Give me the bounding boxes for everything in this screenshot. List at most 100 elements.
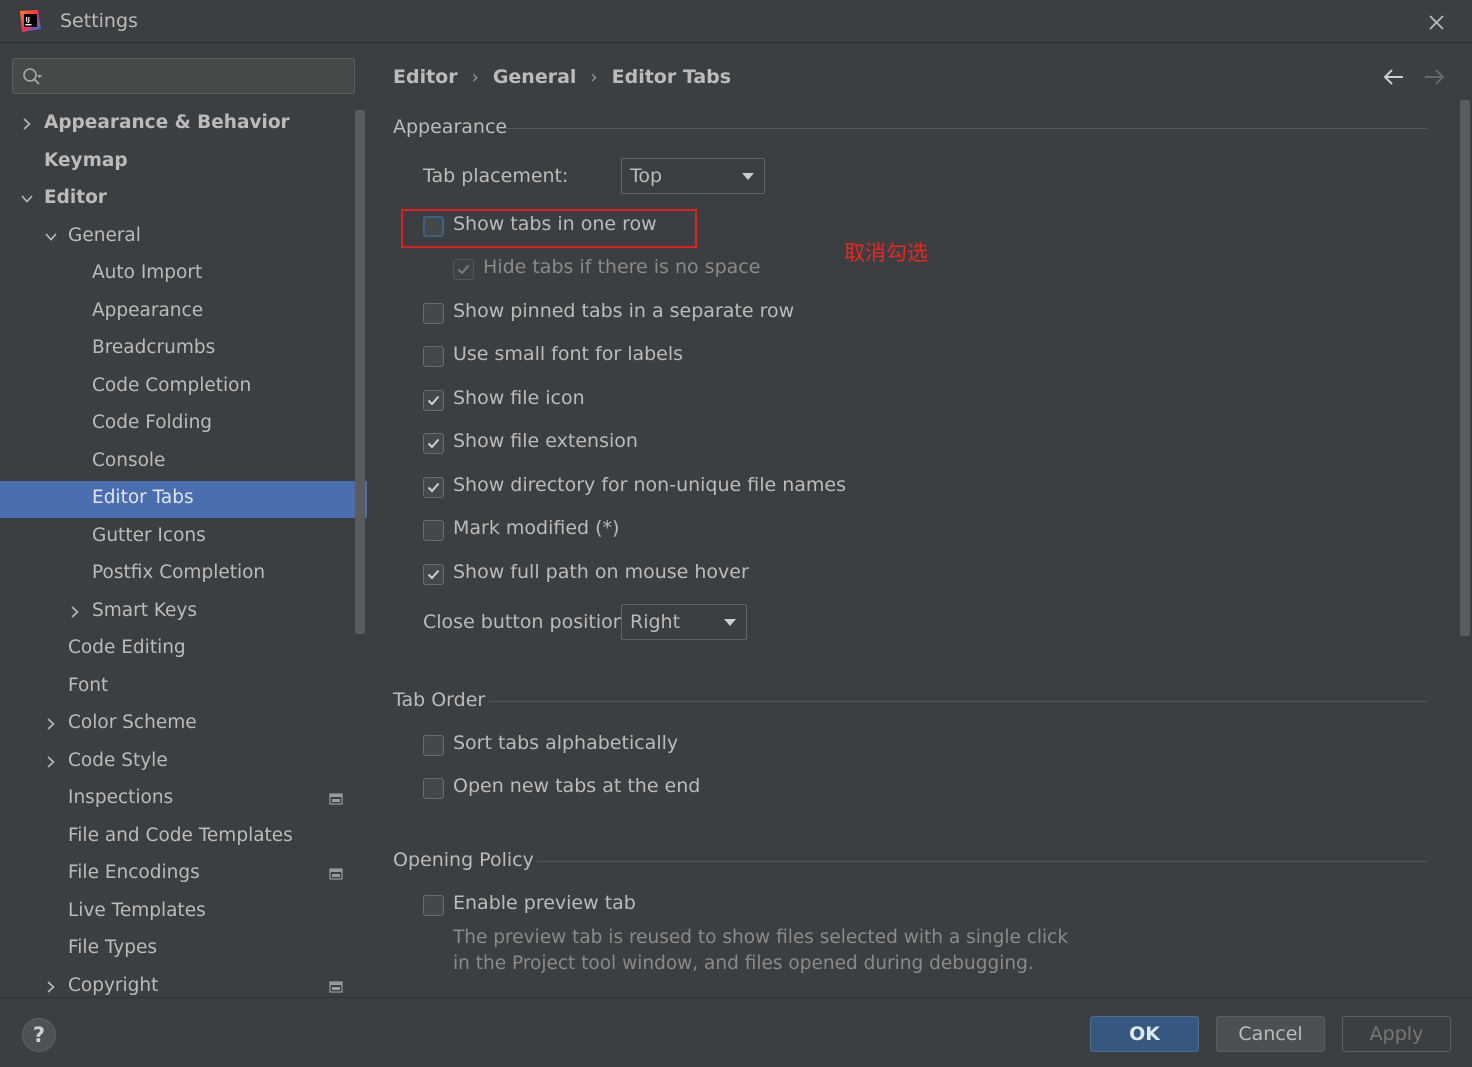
sidebar-item-editor[interactable]: Editor <box>0 181 367 218</box>
open-new-tabs-at-the-end-label: Open new tabs at the end <box>453 775 701 797</box>
enable-preview-tab-checkbox[interactable] <box>423 895 444 916</box>
sidebar-item-label: File Types <box>68 937 157 958</box>
tab-placement-dropdown[interactable]: Top <box>621 158 765 194</box>
sidebar-item-code-style[interactable]: Code Style <box>0 744 367 781</box>
project-level-icon <box>329 868 343 880</box>
sidebar-item-file-encodings[interactable]: File Encodings <box>0 856 367 893</box>
sidebar-item-label: Code Completion <box>92 374 252 396</box>
sidebar-item-code-folding[interactable]: Code Folding <box>0 406 367 443</box>
search-icon <box>23 68 42 85</box>
sidebar-item-font[interactable]: Font <box>0 669 367 706</box>
sidebar-item-label: Breadcrumbs <box>92 337 216 358</box>
mark-modified-checkbox[interactable] <box>423 520 444 541</box>
sidebar-item-label: Copyright <box>68 974 159 996</box>
preview-tab-description-line1: The preview tab is reused to show files … <box>453 927 1069 948</box>
cancel-button[interactable]: Cancel <box>1216 1016 1325 1052</box>
sidebar-item-color-scheme[interactable]: Color Scheme <box>0 706 367 743</box>
svg-text:IJ: IJ <box>26 17 30 24</box>
chevron-right-icon[interactable] <box>44 755 58 769</box>
forward-arrow-icon[interactable] <box>1421 66 1447 88</box>
window-title: Settings <box>60 10 138 32</box>
sidebar-item-copyright[interactable]: Copyright <box>0 969 367 998</box>
sidebar-item-label: Live Templates <box>68 899 206 921</box>
chevron-down-icon <box>742 173 754 180</box>
show-pinned-tabs-in-a-separate-row-checkbox[interactable] <box>423 303 444 324</box>
search-box[interactable] <box>12 58 355 94</box>
sidebar-item-file-and-code-templates[interactable]: File and Code Templates <box>0 819 367 856</box>
back-arrow-icon[interactable] <box>1381 66 1407 88</box>
show-directory-for-non-unique-file-names-checkbox[interactable] <box>423 477 444 498</box>
search-input[interactable] <box>47 63 347 89</box>
use-small-font-for-labels-checkbox-row[interactable]: Use small font for labels <box>423 343 923 371</box>
sidebar-item-label: Editor <box>44 187 107 208</box>
section-divider <box>537 861 1427 862</box>
show-directory-for-non-unique-file-names-checkbox-row[interactable]: Show directory for non-unique file names <box>423 474 923 502</box>
section-divider <box>489 701 1427 702</box>
breadcrumb-item-general[interactable]: General <box>493 66 577 88</box>
close-button-position-label: Close button position: <box>423 611 632 633</box>
sidebar-item-breadcrumbs[interactable]: Breadcrumbs <box>0 331 367 368</box>
main-scrollbar[interactable] <box>1460 100 1470 636</box>
project-level-icon <box>329 793 343 805</box>
show-file-icon-checkbox-row[interactable]: Show file icon <box>423 387 923 415</box>
sidebar-item-smart-keys[interactable]: Smart Keys <box>0 594 367 631</box>
dialog-footer: ? OK Cancel Apply <box>0 997 1472 1067</box>
chevron-right-icon[interactable] <box>44 980 58 994</box>
sidebar-item-label: Gutter Icons <box>92 524 206 546</box>
breadcrumb-item-editor[interactable]: Editor <box>393 66 458 88</box>
open-new-tabs-at-the-end-checkbox[interactable] <box>423 778 444 799</box>
sidebar-item-live-templates[interactable]: Live Templates <box>0 894 367 931</box>
show-file-extension-checkbox-row[interactable]: Show file extension <box>423 430 923 458</box>
sidebar-scrollbar[interactable] <box>355 110 365 634</box>
sidebar-item-code-editing[interactable]: Code Editing <box>0 631 367 668</box>
settings-sidebar: Appearance & Behavior Keymap Editor General… <box>0 44 367 997</box>
enable-preview-tab-checkbox-row[interactable]: Enable preview tab <box>423 892 823 920</box>
mark-modified-label: Mark modified (*) <box>453 517 620 539</box>
sidebar-item-label: Postfix Completion <box>92 562 266 583</box>
apply-button[interactable]: Apply <box>1342 1016 1451 1052</box>
sidebar-item-editor-tabs[interactable]: Editor Tabs <box>0 481 367 518</box>
sidebar-item-label: Smart Keys <box>92 599 198 621</box>
sidebar-item-keymap[interactable]: Keymap <box>0 144 367 181</box>
open-new-tabs-at-the-end-checkbox-row[interactable]: Open new tabs at the end <box>423 775 923 803</box>
tab-placement-label: Tab placement: <box>423 165 569 187</box>
help-button[interactable]: ? <box>22 1018 56 1052</box>
show-full-path-on-mouse-hover-checkbox-row[interactable]: Show full path on mouse hover <box>423 561 923 589</box>
sidebar-item-label: Appearance & Behavior <box>44 112 290 133</box>
sort-tabs-alphabetically-checkbox-row[interactable]: Sort tabs alphabetically <box>423 732 923 760</box>
section-title-appearance: Appearance <box>393 116 508 138</box>
sidebar-item-label: Code Style <box>68 749 168 771</box>
annotation-highlight-box <box>401 209 697 248</box>
chevron-down-icon <box>724 619 736 626</box>
sidebar-item-postfix-completion[interactable]: Postfix Completion <box>0 556 367 593</box>
section-divider <box>507 128 1427 129</box>
chevron-down-icon[interactable] <box>44 230 58 244</box>
sort-tabs-alphabetically-checkbox[interactable] <box>423 735 444 756</box>
sidebar-item-inspections[interactable]: Inspections <box>0 781 367 818</box>
show-pinned-tabs-in-a-separate-row-checkbox-row[interactable]: Show pinned tabs in a separate row <box>423 300 923 328</box>
sidebar-item-appearance-behavior[interactable]: Appearance & Behavior <box>0 106 367 143</box>
close-button-position-dropdown[interactable]: Right <box>621 604 747 640</box>
sidebar-item-code-completion[interactable]: Code Completion <box>0 369 367 406</box>
mark-modified-checkbox-row[interactable]: Mark modified (*) <box>423 517 923 545</box>
sidebar-item-label: Font <box>68 674 109 696</box>
chevron-right-icon[interactable] <box>20 117 34 131</box>
show-full-path-on-mouse-hover-checkbox[interactable] <box>423 564 444 585</box>
use-small-font-for-labels-checkbox[interactable] <box>423 346 444 367</box>
ok-button[interactable]: OK <box>1090 1016 1199 1052</box>
sidebar-item-label: Appearance <box>92 299 204 321</box>
annotation-text: 取消勾选 <box>844 241 928 265</box>
sidebar-item-general[interactable]: General <box>0 219 367 256</box>
chevron-down-icon[interactable] <box>20 192 34 206</box>
show-file-extension-checkbox[interactable] <box>423 433 444 454</box>
sidebar-item-auto-import[interactable]: Auto Import <box>0 256 367 293</box>
chevron-right-icon[interactable] <box>68 605 82 619</box>
show-file-icon-checkbox[interactable] <box>423 390 444 411</box>
sidebar-item-appearance[interactable]: Appearance <box>0 294 367 331</box>
close-icon[interactable] <box>1422 8 1450 36</box>
sidebar-item-console[interactable]: Console <box>0 444 367 481</box>
sidebar-item-gutter-icons[interactable]: Gutter Icons <box>0 519 367 556</box>
sidebar-item-file-types[interactable]: File Types <box>0 931 367 968</box>
chevron-right-icon[interactable] <box>44 717 58 731</box>
show-directory-for-non-unique-file-names-label: Show directory for non-unique file names <box>453 474 847 496</box>
